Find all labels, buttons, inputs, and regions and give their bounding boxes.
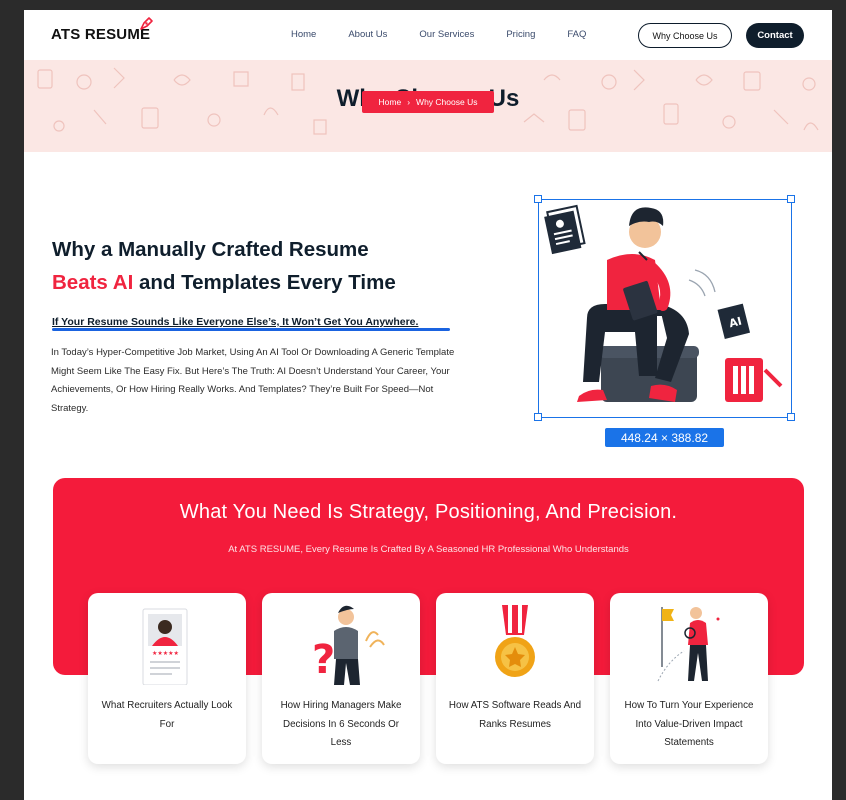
breadcrumb-current: Why Choose Us [416,97,478,107]
thinking-man-illustration: AI [544,204,783,402]
logo[interactable]: ATS RESUME [51,26,150,43]
navbar: ATS RESUME Home About Us Our Services Pr… [24,10,832,60]
resume-document-icon [544,204,586,255]
feature-card[interactable]: How ATS Software Reads And Ranks Resumes [436,593,594,764]
nav-about-us[interactable]: About Us [348,29,387,40]
feature-card[interactable]: ? How Hiring Managers Make Decisions In … [262,593,420,764]
nav-home[interactable]: Home [291,29,316,40]
feature-card-label: How To Turn Your Experience Into Value-D… [624,700,754,748]
resize-handle-br[interactable] [787,413,795,421]
thinking-man-icon: ? [312,605,385,685]
svg-text:?: ? [312,637,335,683]
feature-card-label: How Hiring Managers Make Decisions In 6 … [280,700,402,748]
heading-line-1: Why a Manually Crafted Resume [52,238,369,261]
why-choose-us-button[interactable]: Why Choose Us [638,23,732,48]
resize-handle-tl[interactable] [534,195,542,203]
nav-our-services[interactable]: Our Services [419,29,474,40]
illustration-selection[interactable]: AI [538,199,792,418]
strategy-subtitle: At ATS RESUME, Every Resume Is Crafted B… [228,544,629,555]
underline-accent [52,328,450,331]
intro-paragraph: In Today’s Hyper-Competitive Job Market,… [51,347,455,414]
svg-text:★★★★★: ★★★★★ [152,650,179,657]
trash-bin-icon [725,358,783,402]
nav-pricing[interactable]: Pricing [506,29,535,40]
ai-document-icon: AI [717,303,751,339]
subheading: If Your Resume Sounds Like Everyone Else… [52,316,419,328]
heading-line-2: and Templates Every Time [138,271,396,294]
main-menu: Home About Us Our Services Pricing FAQ [291,29,618,40]
breadcrumb: Home › Why Choose Us [362,91,494,113]
medal-icon [495,605,535,677]
resize-handle-bl[interactable] [534,413,542,421]
goal-flag-icon [657,607,720,682]
feature-card-label: What Recruiters Actually Look For [101,700,233,730]
dimension-tooltip: 448.24 × 388.82 [605,428,724,447]
contact-button[interactable]: Contact [746,23,804,48]
feature-card[interactable]: How To Turn Your Experience Into Value-D… [610,593,768,764]
feature-card[interactable]: ★★★★★ What Recruiters Actually Look For [88,593,246,764]
pen-nib-icon [140,17,153,30]
chevron-right-icon: › [407,97,411,107]
resize-handle-tr[interactable] [787,195,795,203]
strategy-title: What You Need Is Strategy, Positioning, … [179,501,678,523]
page: ATS RESUME Home About Us Our Services Pr… [24,10,832,800]
resume-profile-icon: ★★★★★ [142,608,188,685]
section-heading: Why a Manually Crafted Resume Beats AI a… [52,233,472,299]
feature-card-label: How ATS Software Reads And Ranks Resumes [448,700,582,730]
heading-highlight: Beats AI [52,271,134,294]
nav-faq[interactable]: FAQ [567,29,586,40]
breadcrumb-home[interactable]: Home [379,97,402,107]
